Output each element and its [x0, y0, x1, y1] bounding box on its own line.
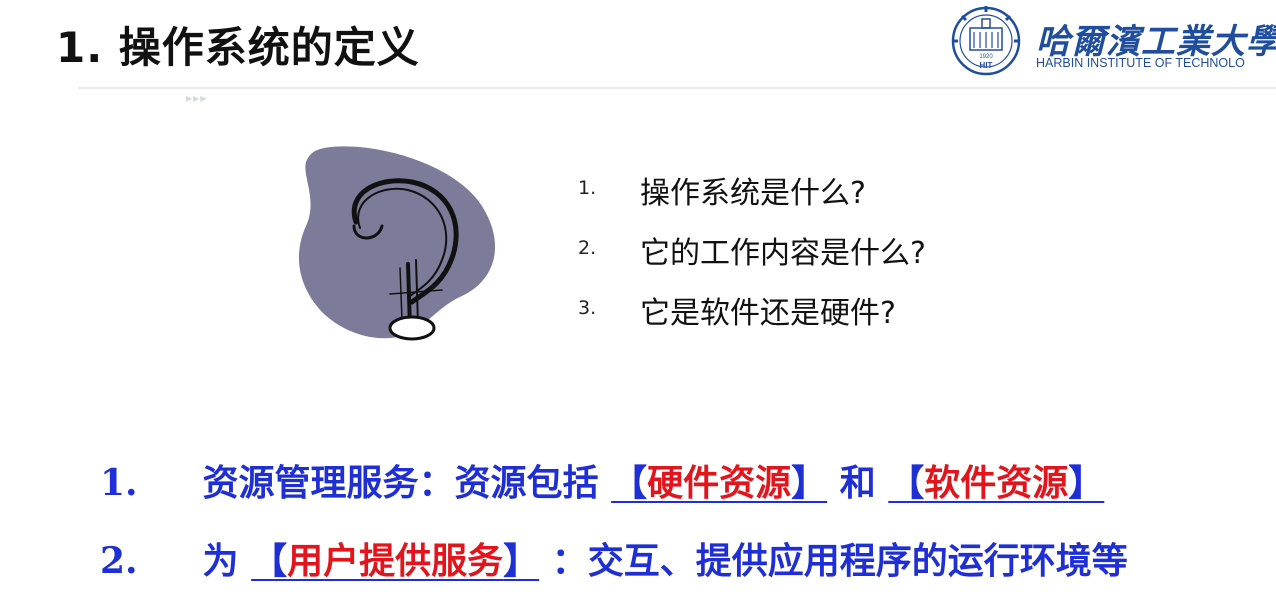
question-text: 操作系统是什么? — [640, 176, 866, 211]
answer-connector-text: 和 — [839, 462, 876, 504]
answer-number: 1. — [100, 462, 138, 504]
header-divider — [78, 87, 1276, 89]
question-text: 它的工作内容是什么? — [640, 236, 926, 271]
user-service-term: 【用户提供服务】 — [251, 540, 540, 582]
question-text: 它是软件还是硬件? — [640, 296, 896, 331]
answer-tail-text: ：交互、提供应用程序的运行环境等 — [551, 540, 1128, 582]
university-logo: 1920 HIT 哈爾濱工業大學( HARBIN INSTITUTE OF TE… — [938, 0, 1276, 80]
svg-text:1920: 1920 — [979, 54, 993, 60]
svg-text:HIT: HIT — [980, 61, 993, 70]
question-mark-illustration-icon — [298, 146, 496, 341]
answer-lead-text: 资源管理服务：资源包括 — [202, 462, 599, 504]
answer-line-2: 2. 为 【用户提供服务】 ：交互、提供应用程序的运行环境等 — [100, 532, 1128, 584]
question-number: 2. — [578, 237, 597, 259]
slide: 1. 操作系统的定义 1920 HIT 哈爾濱工業大學( HARBIN INST… — [0, 0, 1276, 599]
answer-line-1: 1. 资源管理服务：资源包括 【硬件资源】 和 【软件资源】 — [100, 454, 1104, 506]
answer-lead-text: 为 — [202, 540, 239, 582]
answer-number: 2. — [100, 540, 138, 582]
university-seal-icon: 1920 HIT — [951, 6, 1021, 76]
page-title: 1. 操作系统的定义 — [56, 23, 420, 72]
hardware-resource-term: 【硬件资源】 — [611, 462, 828, 504]
decorative-arrows: ▶▶▶ — [186, 94, 208, 103]
software-resource-term: 【软件资源】 — [888, 462, 1105, 504]
question-number: 1. — [578, 177, 597, 199]
logo-name-english: HARBIN INSTITUTE OF TECHNOLO — [1036, 56, 1245, 70]
question-number: 3. — [578, 297, 597, 319]
